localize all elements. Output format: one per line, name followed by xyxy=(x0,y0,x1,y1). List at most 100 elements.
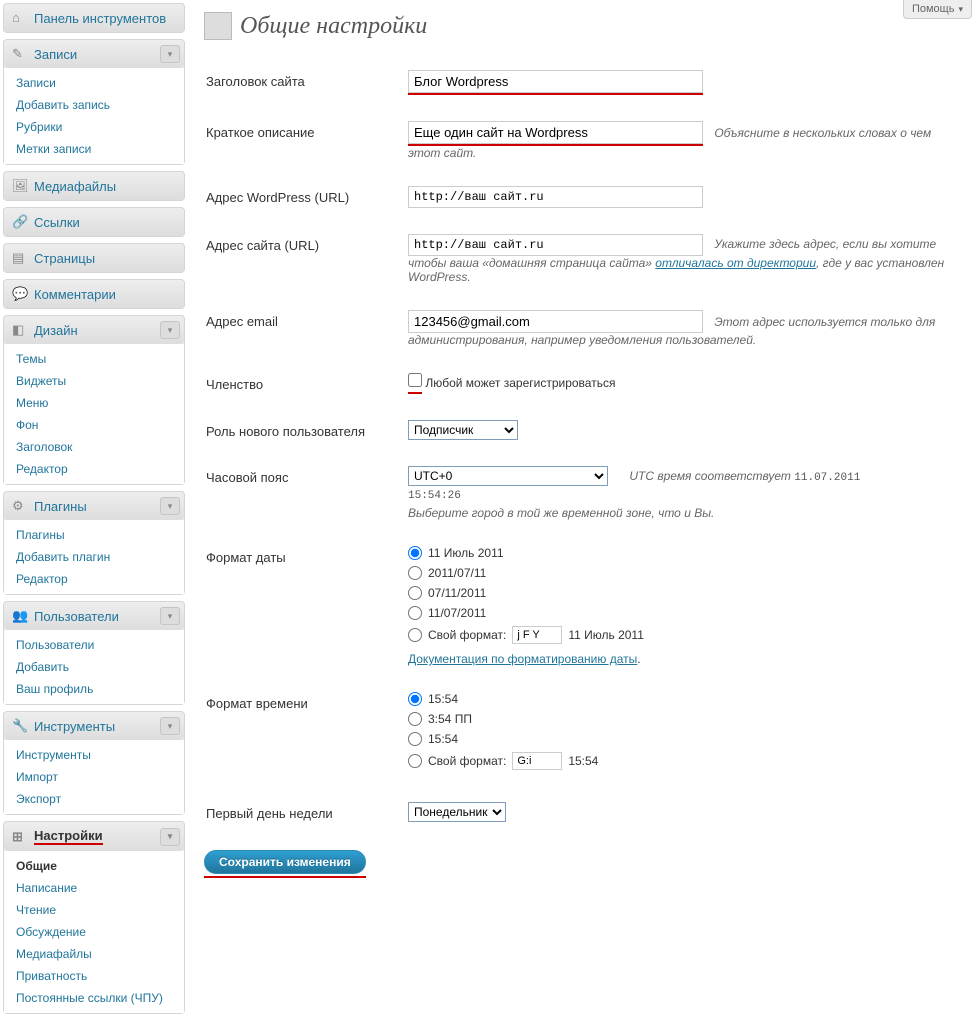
submenu-header[interactable]: Заголовок xyxy=(4,436,184,458)
site-url-doc-link[interactable]: отличалась от директории xyxy=(655,256,816,270)
date-format-custom-input[interactable] xyxy=(512,626,562,644)
admin-sidebar: ⌂ Панель инструментов ✎ Записи ▾ Записи … xyxy=(0,0,188,1023)
time-format-custom-input[interactable] xyxy=(512,752,562,770)
menu-posts[interactable]: ✎ Записи ▾ xyxy=(4,40,184,68)
date-format-radio-1[interactable] xyxy=(408,546,422,560)
chevron-down-icon: ▾ xyxy=(958,4,963,15)
comment-icon: 💬 xyxy=(12,286,28,302)
chevron-down-icon[interactable]: ▾ xyxy=(160,828,180,846)
timezone-utc-date: 11.07.2011 xyxy=(794,472,860,484)
chevron-down-icon[interactable]: ▾ xyxy=(160,497,180,515)
link-icon: 🔗 xyxy=(12,214,28,230)
users-icon: 👥 xyxy=(12,608,28,624)
menu-pages-label: Страницы xyxy=(34,251,95,266)
page-heading: Общие настройки xyxy=(204,12,964,40)
submenu-plugins-installed[interactable]: Плагины xyxy=(4,524,184,546)
wp-url-input[interactable] xyxy=(408,186,703,208)
membership-checkbox[interactable] xyxy=(408,373,422,387)
site-title-input[interactable] xyxy=(408,70,703,93)
submenu-posts-add[interactable]: Добавить запись xyxy=(4,94,184,116)
menu-users[interactable]: 👥 Пользователи ▾ xyxy=(4,602,184,630)
plugin-icon: ⚙ xyxy=(12,498,28,514)
submenu-background[interactable]: Фон xyxy=(4,414,184,436)
menu-links-label: Ссылки xyxy=(34,215,80,230)
settings-icon: ⊞ xyxy=(12,829,28,845)
timezone-utc-time: 15:54:26 xyxy=(408,490,962,502)
label-date-format: Формат даты xyxy=(206,538,406,682)
submenu-settings-general[interactable]: Общие xyxy=(4,855,184,877)
menu-plugins-label: Плагины xyxy=(34,499,87,514)
settings-title-icon xyxy=(204,12,232,40)
submenu-tools-available[interactable]: Инструменты xyxy=(4,744,184,766)
label-site-url: Адрес сайта (URL) xyxy=(206,226,406,300)
help-tab[interactable]: Помощь ▾ xyxy=(903,0,972,19)
submenu-users-add[interactable]: Добавить xyxy=(4,656,184,678)
menu-settings[interactable]: ⊞ Настройки ▾ xyxy=(4,822,184,851)
site-url-input[interactable] xyxy=(408,234,703,256)
submenu-plugins-editor[interactable]: Редактор xyxy=(4,568,184,590)
date-format-radio-4[interactable] xyxy=(408,606,422,620)
date-format-radio-2[interactable] xyxy=(408,566,422,580)
submenu-widgets[interactable]: Виджеты xyxy=(4,370,184,392)
submenu-settings-discussion[interactable]: Обсуждение xyxy=(4,921,184,943)
menu-links[interactable]: 🔗 Ссылки xyxy=(4,208,184,236)
submenu-settings-media[interactable]: Медиафайлы xyxy=(4,943,184,965)
submenu-plugins-add[interactable]: Добавить плагин xyxy=(4,546,184,568)
time-format-custom-label: Свой формат: xyxy=(428,754,506,768)
membership-checkbox-label: Любой может зарегистрироваться xyxy=(425,376,615,390)
chevron-down-icon[interactable]: ▾ xyxy=(160,45,180,63)
label-default-role: Роль нового пользователя xyxy=(206,412,406,456)
media-icon: 🖼 xyxy=(12,178,28,194)
date-format-doc-link[interactable]: Документация по форматированию даты xyxy=(408,652,637,666)
time-format-radio-2[interactable] xyxy=(408,712,422,726)
page-title-text: Общие настройки xyxy=(240,13,427,40)
tools-icon: 🔧 xyxy=(12,718,28,734)
time-format-radio-custom[interactable] xyxy=(408,754,422,768)
date-format-custom-preview: 11 Июль 2011 xyxy=(568,628,644,642)
appearance-icon: ◧ xyxy=(12,322,28,338)
submenu-posts-categories[interactable]: Рубрики xyxy=(4,116,184,138)
menu-comments-label: Комментарии xyxy=(34,287,116,302)
menu-media[interactable]: 🖼 Медиафайлы xyxy=(4,172,184,200)
time-format-radio-3[interactable] xyxy=(408,732,422,746)
submenu-editor[interactable]: Редактор xyxy=(4,458,184,480)
submenu-users-all[interactable]: Пользователи xyxy=(4,634,184,656)
label-site-title: Заголовок сайта xyxy=(206,62,406,111)
menu-media-label: Медиафайлы xyxy=(34,179,116,194)
submenu-settings-permalinks[interactable]: Постоянные ссылки (ЧПУ) xyxy=(4,987,184,1009)
chevron-down-icon[interactable]: ▾ xyxy=(160,321,180,339)
submenu-settings-writing[interactable]: Написание xyxy=(4,877,184,899)
week-start-select[interactable]: Понедельник xyxy=(408,802,506,822)
chevron-down-icon[interactable]: ▾ xyxy=(160,607,180,625)
menu-appearance[interactable]: ◧ Дизайн ▾ xyxy=(4,316,184,344)
menu-tools[interactable]: 🔧 Инструменты ▾ xyxy=(4,712,184,740)
submenu-settings-privacy[interactable]: Приватность xyxy=(4,965,184,987)
submenu-themes[interactable]: Темы xyxy=(4,348,184,370)
menu-pages[interactable]: ▤ Страницы xyxy=(4,244,184,272)
email-input[interactable] xyxy=(408,310,703,333)
chevron-down-icon[interactable]: ▾ xyxy=(160,717,180,735)
label-time-format: Формат времени xyxy=(206,684,406,792)
submenu-posts-all[interactable]: Записи xyxy=(4,72,184,94)
menu-users-label: Пользователи xyxy=(34,609,119,624)
submenu-posts-tags[interactable]: Метки записи xyxy=(4,138,184,160)
date-format-radio-custom[interactable] xyxy=(408,628,422,642)
menu-comments[interactable]: 💬 Комментарии xyxy=(4,280,184,308)
time-format-radio-1[interactable] xyxy=(408,692,422,706)
submenu-tools-import[interactable]: Импорт xyxy=(4,766,184,788)
time-format-custom-preview: 15:54 xyxy=(568,754,598,768)
tagline-input[interactable] xyxy=(408,121,703,144)
label-tagline: Краткое описание xyxy=(206,113,406,176)
default-role-select[interactable]: Подписчик xyxy=(408,420,518,440)
home-icon: ⌂ xyxy=(12,10,28,26)
timezone-select[interactable]: UTC+0 xyxy=(408,466,608,486)
menu-plugins[interactable]: ⚙ Плагины ▾ xyxy=(4,492,184,520)
submenu-users-profile[interactable]: Ваш профиль xyxy=(4,678,184,700)
submenu-settings-reading[interactable]: Чтение xyxy=(4,899,184,921)
submenu-tools-export[interactable]: Экспорт xyxy=(4,788,184,810)
menu-dashboard[interactable]: ⌂ Панель инструментов xyxy=(4,4,184,32)
submenu-menus[interactable]: Меню xyxy=(4,392,184,414)
label-membership: Членство xyxy=(206,365,406,410)
date-format-radio-3[interactable] xyxy=(408,586,422,600)
save-button[interactable]: Сохранить изменения xyxy=(204,850,366,874)
